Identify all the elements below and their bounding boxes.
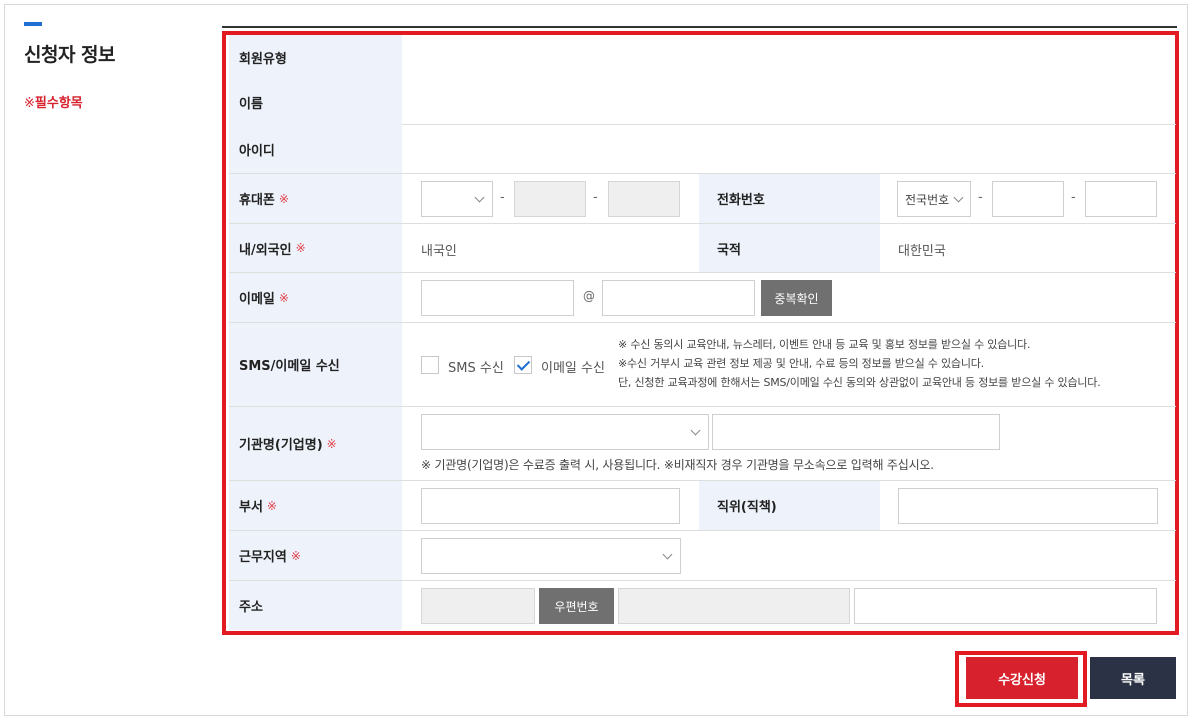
work-region-label: 근무지역: [239, 550, 287, 565]
enroll-submit-button[interactable]: 수강신청: [966, 657, 1078, 699]
consent-label: SMS/이메일 수신: [239, 359, 340, 374]
label-mobile: 휴대폰 ※: [229, 174, 402, 223]
consent-note-line: 단, 신청한 교육과정에 한해서는 SMS/이메일 수신 동의와 상관없이 교육…: [618, 376, 1101, 389]
required-mark-icon: ※: [290, 548, 301, 563]
member-type-label: 회원유형: [239, 52, 287, 67]
mobile-separator-2: -: [593, 190, 598, 205]
required-mark-icon: ※: [266, 498, 277, 513]
required-mark-icon: ※: [295, 241, 306, 255]
table-top-rule: [222, 26, 1177, 28]
required-mark-icon: ※: [278, 191, 289, 206]
organization-name-input[interactable]: [712, 414, 1000, 450]
row-member-name: 회원유형 이름: [229, 35, 1176, 125]
phone-middle-input[interactable]: [992, 181, 1064, 217]
zipcode-input[interactable]: [421, 588, 535, 624]
row-email: 이메일 ※ @ 중복확인: [229, 273, 1176, 323]
label-country: 국적: [699, 224, 880, 272]
nationality-type-value: 내국인: [421, 244, 457, 259]
required-mark-icon: ※: [24, 96, 35, 111]
work-region-select[interactable]: [421, 538, 681, 574]
required-legend: ※필수항목: [24, 92, 83, 111]
row-nationality: 내/외국인 ※ 내국인 국적 대한민국: [229, 224, 1176, 273]
consent-notes: ※ 수신 동의시 교육안내, 뉴스레터, 이벤트 안내 등 교육 및 홍보 정보…: [618, 335, 1101, 392]
mobile-middle-input[interactable]: [514, 181, 586, 217]
label-phone: 전화번호: [699, 174, 880, 223]
label-nationality-type: 내/외국인 ※: [229, 224, 402, 272]
phone-area-value: 전국번호: [905, 192, 950, 207]
position-input[interactable]: [898, 488, 1158, 524]
user-id-label: 아이디: [239, 143, 275, 159]
mobile-prefix-select[interactable]: [421, 181, 493, 217]
chevron-down-icon: [662, 549, 673, 560]
row-user-id: 아이디: [229, 125, 1176, 174]
label-name: 이름: [229, 80, 402, 125]
row-consent: SMS/이메일 수신 SMS 수신 이메일 수신 ※ 수신 동의시 교육안내, …: [229, 323, 1176, 407]
email-id-input[interactable]: [421, 280, 574, 316]
phone-area-select[interactable]: 전국번호: [897, 181, 971, 217]
email-duplicate-check-button[interactable]: 중복확인: [761, 280, 832, 316]
email-consent-checkbox[interactable]: [514, 356, 532, 374]
phone-separator-2: -: [1071, 190, 1076, 205]
required-mark-icon: ※: [278, 290, 289, 305]
email-at-sign: @: [583, 289, 595, 303]
nationality-type-label: 내/외국인: [239, 242, 292, 258]
label-member-type: 회원유형: [229, 35, 402, 80]
consent-note-line: ※ 수신 동의시 교육안내, 뉴스레터, 이벤트 안내 등 교육 및 홍보 정보…: [618, 338, 1031, 351]
back-to-list-button[interactable]: 목록: [1090, 657, 1176, 699]
email-label: 이메일: [239, 292, 275, 307]
applicant-form: 회원유형 이름 아이디 휴대폰 ※ - - 전화번호 전국번호 - - 내/외국인…: [229, 35, 1176, 630]
mobile-label: 휴대폰: [239, 193, 275, 208]
section-accent-bar: [24, 22, 42, 26]
name-label: 이름: [239, 97, 263, 112]
sms-consent-label[interactable]: SMS 수신: [448, 357, 504, 376]
required-mark-icon: ※: [326, 436, 337, 451]
phone-last-input[interactable]: [1085, 181, 1157, 217]
chevron-down-icon: [474, 192, 485, 203]
email-consent-label[interactable]: 이메일 수신: [541, 357, 605, 376]
chevron-down-icon: [690, 425, 701, 436]
position-label: 직위(직책): [717, 500, 777, 515]
row-phone: 휴대폰 ※ - - 전화번호 전국번호 - -: [229, 174, 1176, 224]
label-organization: 기관명(기업명) ※: [229, 407, 402, 480]
organization-label: 기관명(기업명): [239, 438, 323, 453]
label-department: 부서 ※: [229, 481, 402, 530]
phone-label: 전화번호: [717, 193, 765, 208]
department-input[interactable]: [421, 488, 680, 524]
phone-separator-1: -: [978, 190, 983, 205]
label-user-id: 아이디: [229, 125, 402, 173]
organization-note: ※ 기관명(기업명)은 수료증 출력 시, 사용됩니다. ※비재직자 경우 기관…: [421, 458, 934, 472]
email-domain-input[interactable]: [602, 280, 755, 316]
row-organization: 기관명(기업명) ※ ※ 기관명(기업명)은 수료증 출력 시, 사용됩니다. ※…: [229, 407, 1176, 481]
mobile-last-input[interactable]: [608, 181, 680, 217]
row-address: 주소 우편번호: [229, 581, 1176, 630]
row-work-region: 근무지역 ※: [229, 531, 1176, 581]
address-detail-input[interactable]: [854, 588, 1157, 624]
mobile-separator-1: -: [500, 190, 505, 205]
zipcode-search-button[interactable]: 우편번호: [539, 588, 614, 624]
label-address: 주소: [229, 581, 402, 630]
section-title: 신청자 정보: [24, 44, 116, 66]
label-work-region: 근무지역 ※: [229, 531, 402, 580]
required-legend-text: 필수항목: [34, 96, 83, 111]
row-department: 부서 ※ 직위(직책): [229, 481, 1176, 531]
sms-consent-checkbox[interactable]: [421, 356, 439, 374]
chevron-down-icon: [953, 192, 964, 203]
address-main-input[interactable]: [618, 588, 850, 624]
country-value: 대한민국: [898, 244, 946, 259]
country-label: 국적: [717, 242, 741, 258]
address-label: 주소: [239, 600, 263, 615]
label-email: 이메일 ※: [229, 273, 402, 322]
label-consent: SMS/이메일 수신: [229, 323, 402, 406]
consent-note-line: ※수신 거부시 교육 관련 정보 제공 및 안내, 수료 등의 정보를 받으실 …: [618, 357, 984, 370]
label-position: 직위(직책): [699, 481, 880, 530]
department-label: 부서: [239, 500, 263, 515]
organization-select[interactable]: [421, 414, 709, 450]
